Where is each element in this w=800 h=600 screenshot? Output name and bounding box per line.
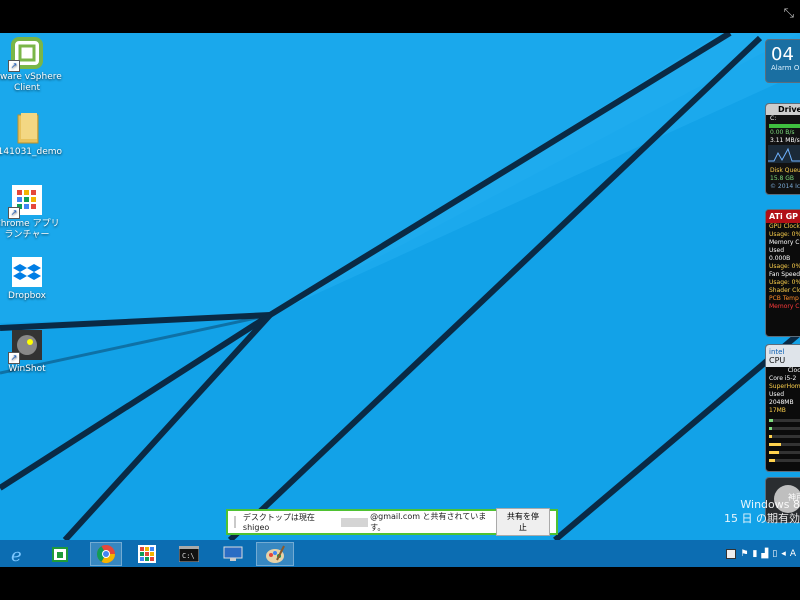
cpu-used: Used — [769, 391, 785, 398]
store-icon — [52, 547, 68, 562]
chrome-icon — [97, 545, 115, 564]
desktop: ↗ Mware vSphere Client 0141031_demo ↗ Ch… — [0, 33, 800, 540]
tray-ime-label[interactable]: A — [790, 549, 796, 559]
cpu-header: intel CPU — [766, 345, 800, 367]
gpu-clock: GPU Clock — [769, 223, 800, 230]
viewer-top-bar: ⤡ — [0, 0, 800, 33]
gpu-pcb-temp: PCB Temp — [769, 295, 799, 302]
chrome-app-launcher-icon: ↗ — [8, 183, 44, 219]
share-message-start: デスクトップは現在 shigeo — [242, 513, 315, 532]
desktop-icon-winshot[interactable]: ↗ WinShot — [0, 328, 63, 375]
desktop-icon-label: Chrome アプリ ランチャー — [0, 219, 60, 240]
folder-icon — [10, 111, 44, 145]
drive-rate-write: 3.11 MB/s — [770, 137, 800, 144]
gpu-gadget[interactable]: ATi GP GPU Clock Usage: 0% Memory Cl Use… — [765, 209, 800, 337]
desktop-icon-label: Mware vSphere Client — [0, 72, 62, 93]
drive-size: 15.8 GB — [770, 175, 795, 182]
taskbar-command-prompt[interactable]: C:\ — [176, 542, 202, 566]
gpu-memory-clock-2: Memory Cl — [769, 303, 800, 310]
winshot-tray-icon[interactable] — [726, 548, 737, 559]
cpu-family: SuperHome — [769, 383, 800, 390]
gpu-title: GP — [785, 212, 799, 221]
desktop-icon-vsphere[interactable]: ↗ Mware vSphere Client — [0, 36, 63, 94]
cpu-mem-total: 2048MB — [769, 399, 794, 406]
shortcut-arrow-icon: ↗ — [8, 60, 20, 72]
battery-icon[interactable]: ▯ — [772, 549, 777, 559]
app-launcher-icon — [138, 545, 156, 563]
desktop-icon-label: WinShot — [8, 364, 46, 374]
taskbar: e C:\ ⚑ ▮ ▟ ▯ ◂ A — [0, 540, 800, 567]
svg-text:C:\: C:\ — [182, 552, 195, 560]
clock-time: 04 — [771, 44, 794, 65]
gpu-shader-clock: Shader Cloc — [769, 287, 800, 294]
cpu-gadget[interactable]: intel CPU Clock Core i5-2 SuperHome Used… — [765, 344, 800, 472]
shortcut-arrow-icon: ↗ — [8, 352, 20, 364]
shortcut-arrow-icon: ↗ — [8, 207, 20, 219]
gpu-fan-speed: Fan Speed — [769, 271, 800, 278]
drives-title: Drive — [766, 104, 800, 115]
clock-alarm: Alarm O — [771, 64, 800, 72]
gpu-fan-usage: Usage: 0% — [769, 279, 800, 286]
viewer-bottom-bar — [0, 567, 800, 600]
cpu-clock: Clock — [787, 367, 800, 374]
drive-activity-graph — [768, 145, 800, 163]
desktop-icon-demo-folder[interactable]: 0141031_demo — [0, 111, 63, 158]
cpu-title: CPU — [769, 356, 786, 365]
desktop-icon-dropbox[interactable]: Dropbox — [0, 255, 63, 302]
cpu-model: Core i5-2 — [769, 375, 797, 382]
desktop-icon-label: Dropbox — [8, 291, 46, 301]
remote-desktop-icon — [223, 546, 243, 561]
drive-rate-read: 0.00 B/s — [770, 129, 795, 136]
drives-copyright: © 2014 Ico — [770, 183, 800, 190]
cmd-icon: C:\ — [179, 546, 199, 562]
exit-fullscreen-icon[interactable]: ⤡ — [784, 7, 794, 20]
taskbar-chrome[interactable] — [90, 542, 122, 566]
ati-logo: ATi — [769, 212, 783, 221]
vsphere-icon: ↗ — [8, 36, 44, 72]
gpu-header: ATi GP — [766, 210, 800, 223]
drives-gadget[interactable]: Drive C: 0.00 B/s 3.11 MB/s Disk Queue 1… — [765, 103, 800, 195]
cpu-core-bars — [769, 419, 800, 462]
gpu-usage: Usage: 0% — [769, 231, 800, 238]
paint-icon — [266, 545, 285, 563]
taskbar-internet-explorer[interactable]: e — [5, 542, 31, 566]
network-icon[interactable]: ▟ — [761, 549, 768, 559]
gpu-used: Used — [769, 247, 785, 254]
taskbar-remote-desktop[interactable] — [220, 542, 246, 566]
flag-icon[interactable]: ⚑ — [740, 549, 748, 559]
disk-queue-label: Disk Queue — [770, 167, 800, 174]
watermark-line1: Windows 8 — [740, 498, 800, 511]
screen-share-bar: デスクトップは現在 shigeo @gmail.com と共有されています。 共… — [226, 508, 558, 536]
intel-logo: intel — [769, 348, 785, 356]
clock-gadget[interactable]: 04 Alarm O — [765, 39, 800, 83]
internet-explorer-icon: e — [11, 545, 22, 564]
volume-icon[interactable]: ◂ — [781, 549, 786, 559]
stop-sharing-button[interactable]: 共有を停止 — [495, 508, 550, 536]
windows-watermark: Windows 8 15 日 の期有効 — [680, 498, 800, 526]
share-message-end: @gmail.com と共有されています。 — [370, 512, 487, 532]
dropbox-icon — [10, 255, 44, 289]
svg-text:e: e — [11, 545, 22, 564]
system-tray: ⚑ ▮ ▟ ▯ ◂ A — [726, 540, 796, 567]
taskbar-store[interactable] — [47, 542, 73, 566]
winshot-icon: ↗ — [8, 328, 44, 364]
gpu-used-value: 0.000B — [769, 255, 791, 262]
desktop-icon-chrome-launcher[interactable]: ↗ Chrome アプリ ランチャー — [0, 183, 63, 241]
desktop-icon-label: 0141031_demo — [0, 147, 63, 157]
drive-usage-bar — [769, 124, 800, 128]
cpu-mem-used: 17MB — [769, 407, 786, 414]
gpu-mem-usage: Usage: 0% — [769, 263, 800, 270]
action-center-icon[interactable]: ▮ — [752, 549, 757, 559]
gpu-memory-clock: Memory Cl — [769, 239, 800, 246]
drag-grip-icon[interactable] — [234, 516, 236, 528]
drive-letter: C: — [770, 115, 777, 122]
watermark-line2: 15 日 の期有効 — [724, 512, 800, 525]
redacted-email-part — [341, 517, 369, 527]
taskbar-paint[interactable] — [256, 542, 294, 566]
taskbar-app-launcher[interactable] — [134, 542, 160, 566]
wallpaper — [0, 33, 800, 540]
